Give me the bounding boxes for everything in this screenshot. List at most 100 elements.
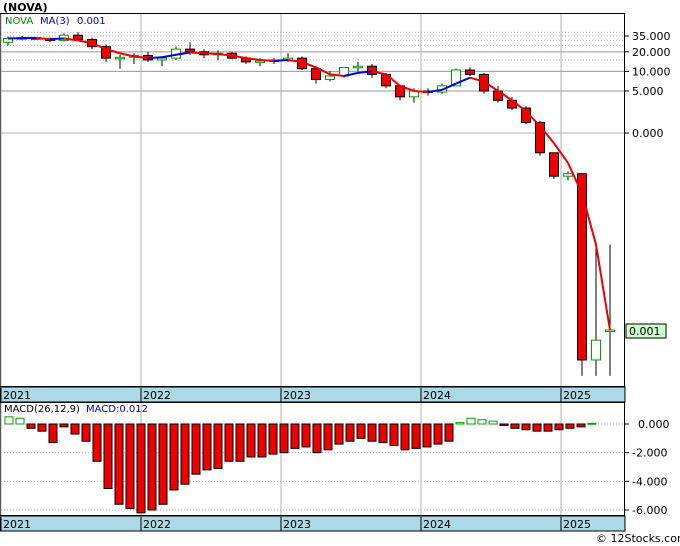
last-price-tag: 0.001 [625,323,667,339]
candle-up [591,339,601,361]
price-x-tick-label: 2025 [563,389,591,402]
price-x-tick-label: 2023 [283,389,311,402]
macd-bar-negative [565,423,575,429]
stock-chart: (NOVA) 35.000 20.000 10.000 5.000 0.000 NOVA… [0,0,680,546]
macd-bar-negative [235,423,245,462]
macd-bar-positive [587,422,597,425]
macd-bar-negative [532,423,542,432]
candle-down [73,34,83,40]
macd-legend-label: MACD(26,12,9) [4,404,80,415]
price-y-tick-label: 5.000 [632,85,664,98]
macd-bar-negative [521,423,531,431]
macd-x-tick-label: 2023 [283,518,311,531]
price-tag-value: 0.001 [629,325,661,338]
macd-bar-negative [334,423,344,445]
candle-up [563,173,573,177]
ma-segment [413,90,429,94]
macd-bar-positive [466,417,476,425]
macd-bar-negative [213,423,223,469]
macd-bar-negative [367,423,377,442]
legend-ma-label: MA(3) [40,16,70,27]
macd-bar-negative [158,423,168,505]
ma-segment [273,58,289,62]
candle-down [311,68,321,81]
macd-bar-negative [191,423,201,475]
price-y-tick-label: 10.000 [632,65,671,78]
price-x-tick-label: 2024 [423,389,451,402]
chart-title: (NOVA) [3,1,48,14]
macd-bar-negative [301,423,311,448]
macd-bar-positive [488,420,498,425]
macd-bar-negative [411,423,421,449]
macd-y-tick-label: -6.000 [632,504,667,517]
price-y-tick-label: 35.000 [632,30,671,43]
macd-bar-positive [477,419,487,425]
macd-x-tick-label: 2021 [3,518,31,531]
macd-bar-negative [70,423,80,435]
ma-segment [203,52,219,56]
macd-bar-negative [543,423,553,432]
macd-bar-negative [312,423,322,454]
macd-bar-negative [400,423,410,451]
macd-bar-negative [345,423,355,442]
macd-bar-negative [554,423,564,431]
candle-down [465,69,475,75]
macd-legend-value: MACD:0.012 [86,404,148,415]
macd-bar-negative [180,423,190,485]
macd-bar-negative [279,423,289,454]
legend-ma-value: 0.001 [77,16,106,27]
legend-ticker: NOVA [5,16,33,27]
macd-bar-negative [510,423,520,429]
macd-bar-negative [257,423,267,458]
macd-bar-negative [290,423,300,449]
macd-bar-negative [202,423,212,471]
price-x-tick-label: 2022 [143,389,171,402]
macd-bar-negative [444,423,454,442]
ma-segment [35,37,51,40]
macd-bar-positive [15,417,25,425]
candle-up [325,75,335,81]
macd-bar-negative [92,423,102,462]
macd-bar-negative [169,423,179,491]
macd-x-tick-label: 2025 [563,518,591,531]
macd-x-axis-band [0,515,626,532]
macd-bar-negative [147,423,157,511]
candle-down [549,152,559,177]
price-y-tick-label: 20.000 [632,46,671,59]
macd-bar-negative [81,423,91,442]
price-x-tick-label: 2021 [3,389,31,402]
macd-bar-positive [4,416,14,425]
macd-bar-negative [59,423,69,428]
price-x-axis-band [0,386,626,403]
macd-bar-negative [48,423,58,444]
candle-up [115,56,125,60]
macd-x-tick-label: 2022 [143,518,171,531]
macd-bar-negative [224,423,234,462]
candle-down [367,65,377,75]
macd-bar-negative [499,423,509,426]
macd-bar-negative [433,423,443,445]
watermark: © 12Stocks.com [596,532,680,545]
ma-segment [147,56,163,60]
macd-bar-negative [389,423,399,446]
macd-y-tick-label: -2.000 [632,447,667,460]
macd-bar-negative [378,423,388,444]
macd-bar-negative [323,423,333,451]
price-y-tick-label: 0.000 [632,127,664,140]
candle-up [353,65,363,69]
ma-segment [189,51,205,55]
macd-bar-negative [37,423,47,432]
price-legend: NOVA MA(3) 0.001 [3,15,107,27]
macd-legend: MACD(26,12,9) MACD:0.012 [4,404,148,415]
macd-bar-negative [268,423,278,455]
macd-bar-negative [26,423,36,429]
macd-bar-negative [576,423,586,428]
macd-bar-negative [125,423,135,510]
macd-y-tick-label: 0.000 [638,418,670,431]
macd-bar-positive [455,422,465,425]
macd-x-tick-label: 2024 [423,518,451,531]
ma-segment [259,58,275,62]
candle-up [605,329,615,332]
macd-y-tick-label: -4.000 [632,475,667,488]
macd-bar-negative [246,423,256,458]
